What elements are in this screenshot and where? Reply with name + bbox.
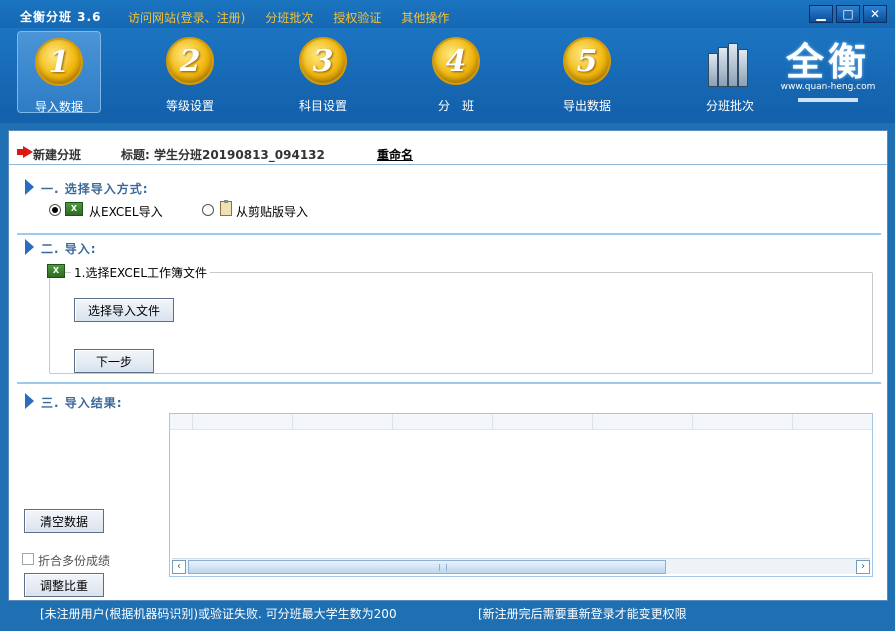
step-label: 科目设置 bbox=[298, 99, 347, 113]
books-icon bbox=[704, 39, 756, 87]
select-file-button[interactable]: 选择导入文件 bbox=[74, 298, 174, 322]
status-bar: [未注册用户(根据机器码识别)或验证失败. 可分班最大学生数为200 [新注册完… bbox=[0, 601, 895, 631]
step-export-data[interactable]: 5 导出数据 bbox=[545, 31, 629, 113]
radio-clipboard[interactable] bbox=[202, 204, 214, 216]
section-arrow-icon bbox=[25, 393, 34, 409]
menu-batch[interactable]: 分班批次 bbox=[265, 9, 313, 26]
section-divider bbox=[17, 233, 881, 235]
main-panel: 新建分班 标题: 学生分班20190813_094132 重命名 一. 选择导入… bbox=[8, 130, 888, 601]
next-button[interactable]: 下一步 bbox=[74, 349, 154, 373]
scroll-right-icon[interactable]: › bbox=[856, 560, 870, 574]
step-assign-classes[interactable]: 4 分 班 bbox=[414, 31, 498, 113]
section-arrow-icon bbox=[25, 179, 34, 195]
menu-visit-website[interactable]: 访问网站(登录、注册) bbox=[128, 9, 245, 26]
status-left: [未注册用户(根据机器码识别)或验证失败. 可分班最大学生数为200 bbox=[40, 607, 397, 621]
radio-excel[interactable] bbox=[49, 204, 61, 216]
batch-button[interactable]: 分班批次 bbox=[688, 31, 772, 113]
step-2-icon: 2 bbox=[166, 37, 214, 85]
step-4-icon: 4 bbox=[432, 37, 480, 85]
brand-logo: 全衡 www.quan-heng.com bbox=[775, 40, 881, 112]
step-import-data[interactable]: 1 导入数据 bbox=[17, 31, 101, 114]
application-window: 全衡分班 3.6 访问网站(登录、注册) 分班批次 授权验证 其他操作 ▁ □ … bbox=[0, 0, 895, 631]
top-menu: 访问网站(登录、注册) 分班批次 授权验证 其他操作 bbox=[128, 9, 449, 26]
step-label: 等级设置 bbox=[165, 99, 214, 113]
step-grade-settings[interactable]: 2 等级设置 bbox=[148, 31, 232, 113]
grid-header bbox=[170, 414, 872, 430]
section2-title: 二. 导入: bbox=[41, 242, 97, 256]
task-title: 标题: 学生分班20190813_094132 bbox=[121, 148, 325, 162]
excel-workbook-icon: X bbox=[47, 264, 65, 278]
title-bar: 全衡分班 3.6 访问网站(登录、注册) 分班批次 授权验证 其他操作 ▁ □ … bbox=[0, 0, 895, 28]
clear-data-button[interactable]: 清空数据 bbox=[24, 509, 104, 533]
menu-other[interactable]: 其他操作 bbox=[401, 9, 449, 26]
scroll-left-icon[interactable]: ‹ bbox=[172, 560, 186, 574]
step-label: 导入数据 bbox=[34, 100, 83, 114]
logo-text: 全衡 bbox=[785, 39, 870, 84]
window-controls: ▁ □ ✕ bbox=[809, 5, 887, 23]
step-subject-settings[interactable]: 3 科目设置 bbox=[281, 31, 365, 113]
section-arrow-icon bbox=[25, 239, 34, 255]
clipboard-icon bbox=[220, 200, 232, 216]
step-5-icon: 5 bbox=[563, 37, 611, 85]
maximize-button[interactable]: □ bbox=[836, 5, 860, 23]
groupbox-title: 1.选择EXCEL工作簿文件 bbox=[71, 264, 211, 281]
section1-title: 一. 选择导入方式: bbox=[41, 182, 149, 196]
app-title: 全衡分班 3.6 bbox=[20, 10, 102, 24]
adjust-weight-button[interactable]: 调整比重 bbox=[24, 573, 104, 597]
red-arrow-icon bbox=[17, 146, 33, 158]
excel-groupbox bbox=[49, 272, 873, 374]
logo-url: www.quan-heng.com bbox=[780, 82, 876, 92]
option-clipboard-label[interactable]: 从剪贴版导入 bbox=[236, 203, 308, 220]
excel-icon: X bbox=[65, 202, 83, 216]
horizontal-scrollbar[interactable]: ‹ › bbox=[172, 558, 870, 574]
step-label: 分 班 bbox=[437, 99, 474, 113]
task-header: 新建分班 标题: 学生分班20190813_094132 重命名 bbox=[9, 139, 887, 165]
step-label: 导出数据 bbox=[562, 99, 611, 113]
option-excel-label[interactable]: 从EXCEL导入 bbox=[89, 203, 163, 220]
minimize-button[interactable]: ▁ bbox=[809, 5, 833, 23]
rename-link[interactable]: 重命名 bbox=[377, 146, 413, 163]
step-3-icon: 3 bbox=[299, 37, 347, 85]
batch-label: 分班批次 bbox=[705, 99, 754, 113]
close-button[interactable]: ✕ bbox=[863, 5, 887, 23]
menu-license[interactable]: 授权验证 bbox=[333, 9, 381, 26]
merge-scores-label[interactable]: 折合多份成绩 bbox=[38, 552, 110, 569]
step-1-icon: 1 bbox=[35, 38, 83, 86]
section3-title: 三. 导入结果: bbox=[41, 396, 123, 410]
step-toolbar: 1 导入数据 2 等级设置 3 科目设置 4 分 班 5 导出数据 分班批次 全… bbox=[0, 28, 895, 123]
logo-stand bbox=[798, 98, 858, 102]
status-right: [新注册完后需要重新登录才能变更权限 bbox=[478, 607, 687, 621]
new-class-label: 新建分班 bbox=[33, 148, 82, 162]
section-divider bbox=[17, 382, 881, 384]
import-result-grid[interactable]: ‹ › bbox=[169, 413, 873, 577]
scroll-thumb[interactable] bbox=[188, 560, 666, 574]
merge-scores-checkbox[interactable] bbox=[22, 553, 34, 565]
